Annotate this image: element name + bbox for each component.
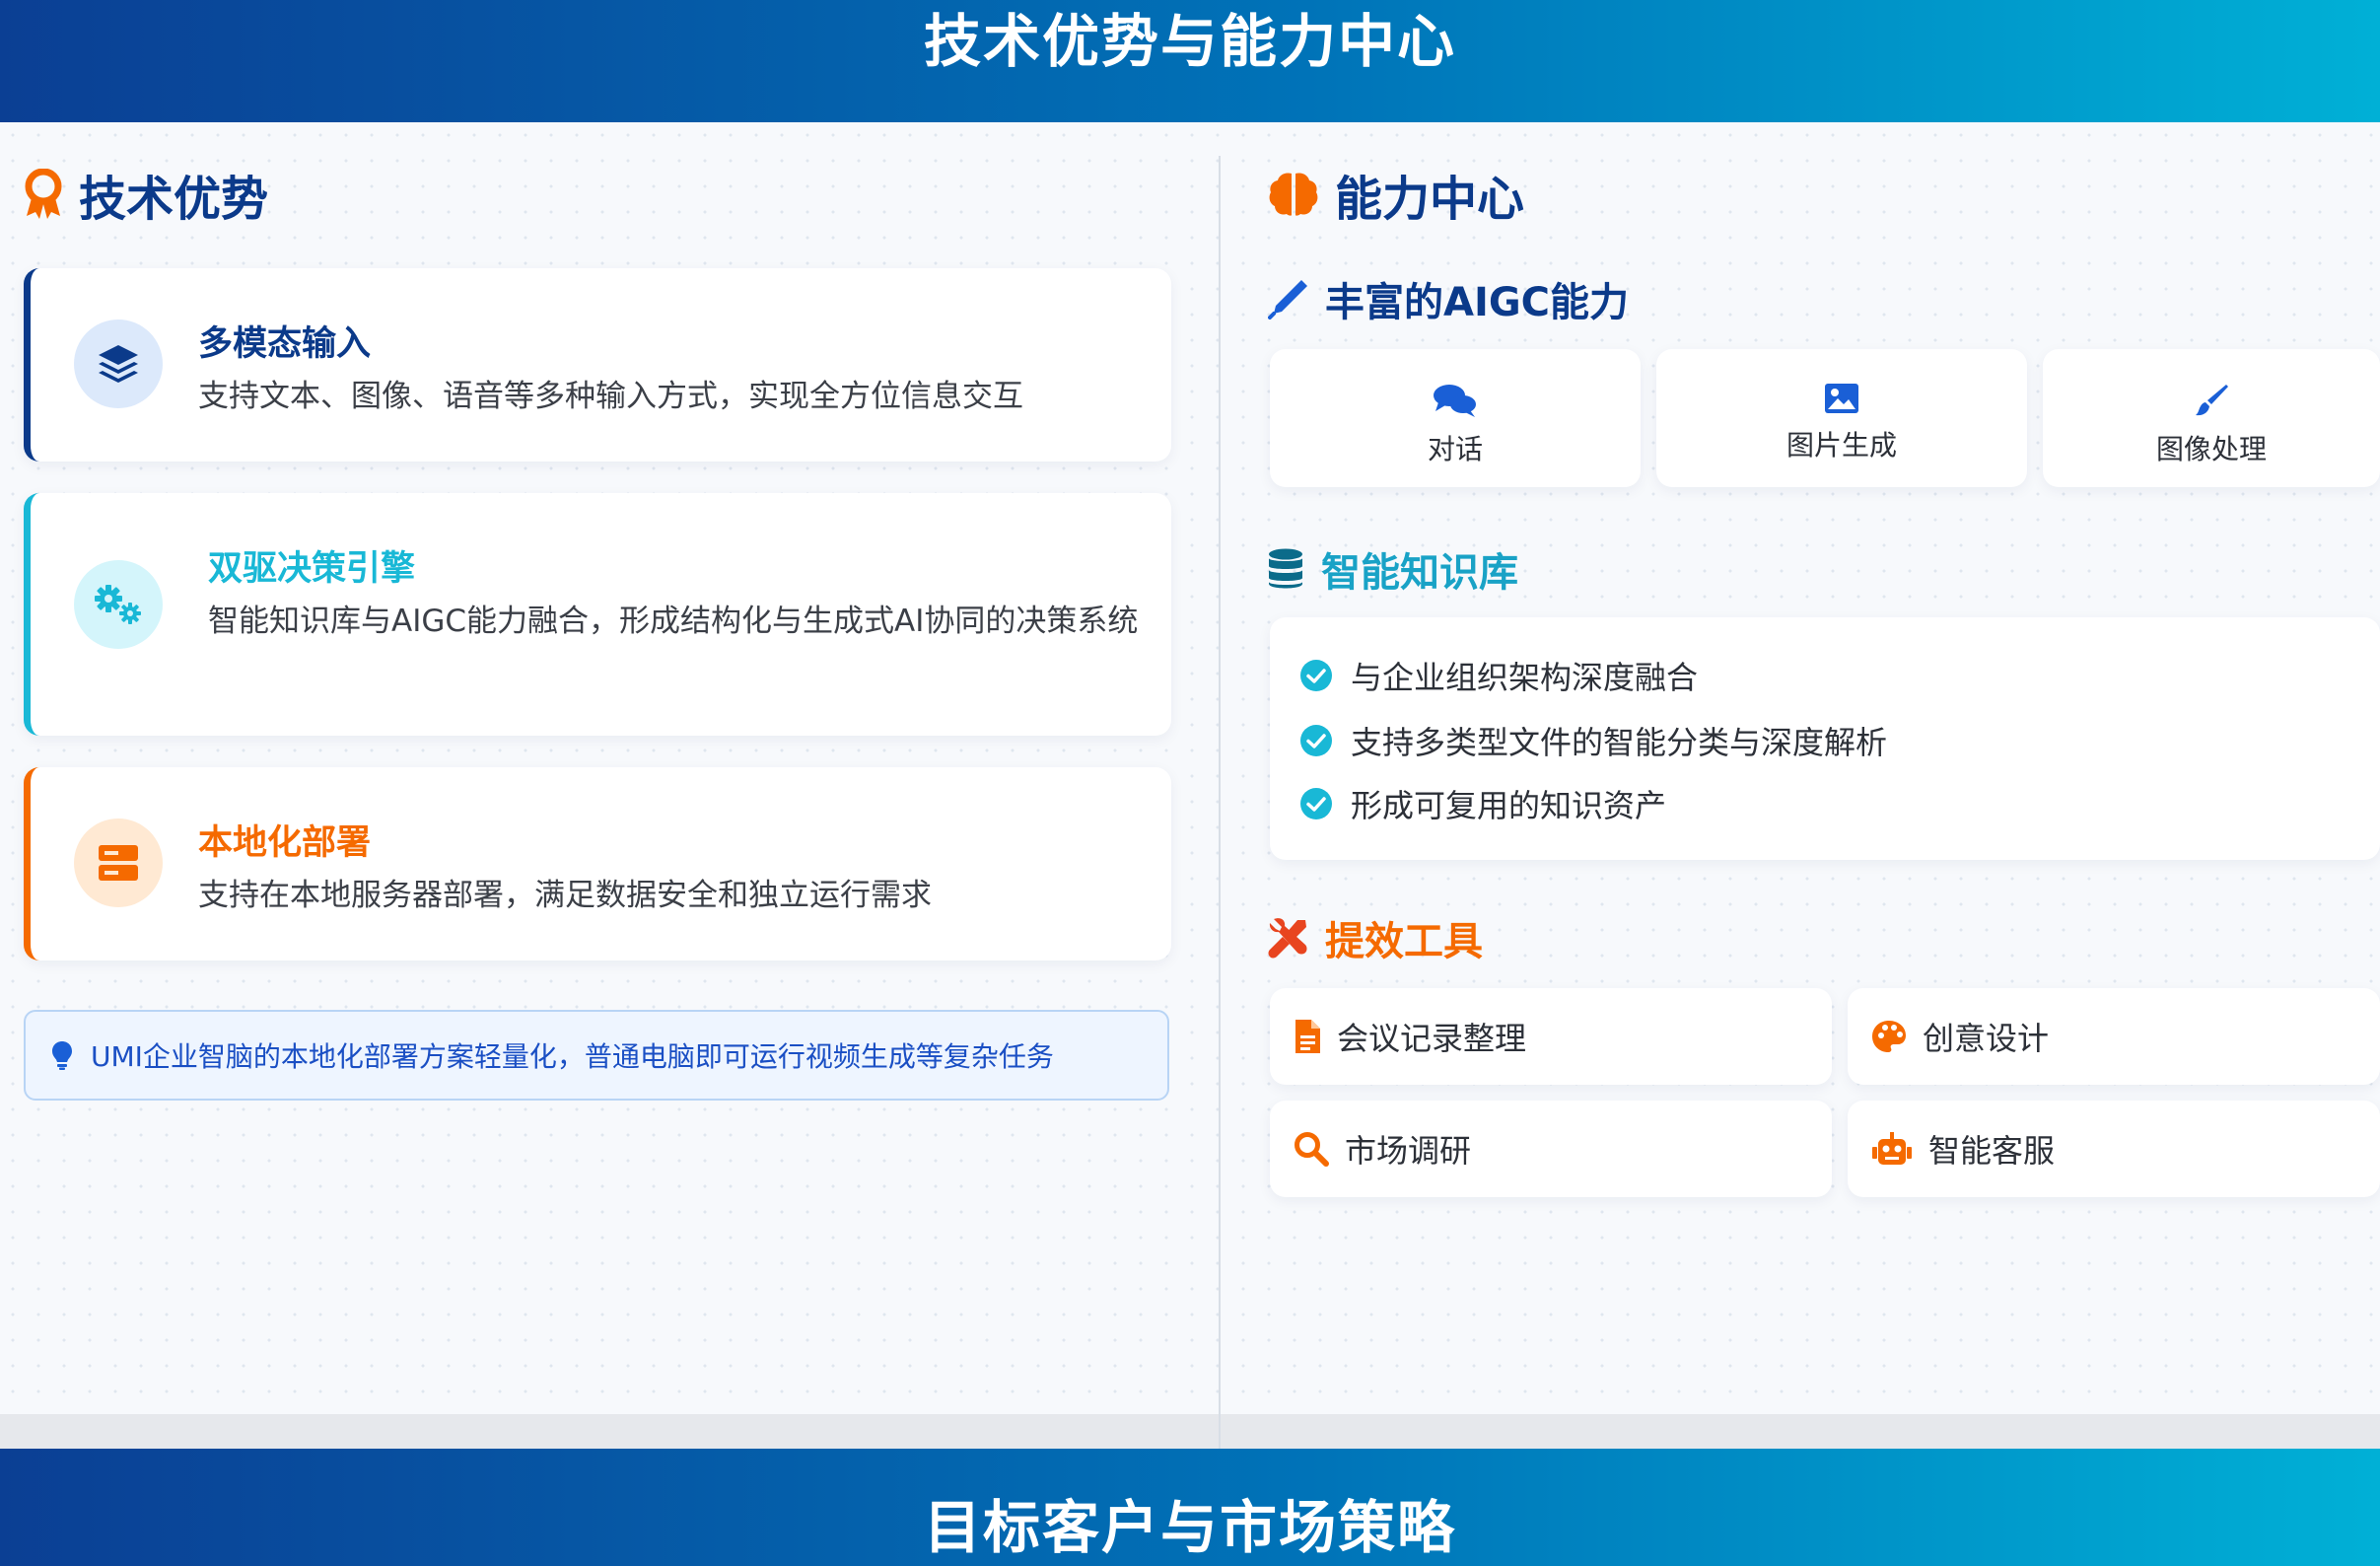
server-icon [99, 845, 138, 881]
next-section-header-bar: 目标客户与市场策略 [0, 1449, 2380, 1566]
tool-item-market-research[interactable]: 市场调研 [1270, 1101, 1832, 1197]
info-tip: UMI企业智脑的本地化部署方案轻量化，普通电脑即可运行视频生成等复杂任务 [24, 1010, 1169, 1101]
column-divider [1219, 156, 1221, 1454]
image-icon [1825, 384, 1858, 413]
aigc-item-label: 图片生成 [1785, 429, 1897, 462]
capability-center-title: 能力中心 [1335, 172, 1525, 227]
feature-desc: 支持文本、图像、语音等多种输入方式，实现全方位信息交互 [198, 379, 1023, 414]
aigc-item-image-gen[interactable]: 图片生成 [1656, 349, 2027, 487]
list-item: 支持多类型文件的智能分类与深度解析 [1299, 718, 1887, 763]
pen-icon [1268, 280, 1307, 320]
aigc-item-chat[interactable]: 对话 [1270, 349, 1641, 487]
capability-center-heading: 能力中心 [1268, 160, 1524, 229]
kb-item-label: 与企业组织架构深度融合 [1351, 659, 1699, 696]
feature-desc: 智能知识库与AIGC能力融合，形成结构化与生成式AI协同的决策系统 [208, 604, 1139, 639]
aigc-item-label: 图像处理 [2155, 433, 2267, 465]
aigc-item-image-process[interactable]: 图像处理 [2043, 349, 2380, 487]
aigc-heading: 丰富的AIGC能力 [1268, 270, 1629, 327]
aigc-item-label: 对话 [1427, 433, 1483, 465]
award-icon [25, 169, 62, 219]
layers-icon [99, 345, 138, 383]
tool-item-smart-service[interactable]: 智能客服 [1848, 1101, 2380, 1197]
tool-label: 市场调研 [1345, 1132, 1472, 1170]
tools-heading: 提效工具 [1268, 909, 1483, 966]
check-circle-icon [1300, 660, 1332, 691]
feature-card-multimodal: 多模态输入 支持文本、图像、语音等多种输入方式，实现全方位信息交互 [24, 268, 1171, 462]
feature-card-dual-engine: 双驱决策引擎 智能知识库与AIGC能力融合，形成结构化与生成式AI协同的决策系统 [24, 493, 1171, 736]
feature-title: 双驱决策引擎 [208, 549, 416, 589]
kb-heading: 智能知识库 [1268, 540, 1518, 598]
tools-icon [1268, 918, 1307, 959]
feature-title: 本地化部署 [198, 823, 372, 863]
database-icon [1269, 548, 1302, 589]
paintbrush-icon [2196, 385, 2228, 416]
search-icon [1295, 1132, 1329, 1167]
feature-card-local-deploy: 本地化部署 支持在本地服务器部署，满足数据安全和独立运行需求 [24, 767, 1171, 961]
feature-icon-circle [74, 320, 163, 408]
tech-advantage-title: 技术优势 [79, 172, 269, 227]
check-circle-icon [1300, 788, 1332, 819]
tool-label: 创意设计 [1923, 1020, 2050, 1057]
feature-title: 多模态输入 [198, 324, 372, 364]
robot-icon [1872, 1132, 1912, 1165]
tech-advantage-heading: 技术优势 [24, 160, 268, 229]
kb-item-label: 形成可复用的知识资产 [1351, 787, 1667, 824]
slide-content: 技术优势 多模态输入 支持文本、图像、语音等多种输入方式，实现全方位信息交互 双… [0, 122, 2380, 1454]
kb-item-label: 支持多类型文件的智能分类与深度解析 [1351, 724, 1888, 761]
page-title: 技术优势与能力中心 [923, 8, 1456, 75]
list-item: 与企业组织架构深度融合 [1299, 653, 1698, 698]
feature-icon-circle [74, 819, 163, 907]
aigc-title: 丰富的AIGC能力 [1325, 280, 1630, 325]
feature-desc: 支持在本地服务器部署，满足数据安全和独立运行需求 [198, 878, 932, 913]
tip-text: UMI企业智脑的本地化部署方案轻量化，普通电脑即可运行视频生成等复杂任务 [91, 1040, 1054, 1073]
feature-icon-circle [74, 560, 163, 649]
kb-title: 智能知识库 [1321, 550, 1518, 596]
palette-icon [1872, 1021, 1906, 1052]
lightbulb-icon [52, 1041, 72, 1070]
file-icon [1295, 1020, 1320, 1053]
brain-icon [1269, 173, 1318, 216]
kb-card: 与企业组织架构深度融合 支持多类型文件的智能分类与深度解析 形成可复用的知识资产 [1270, 617, 2380, 860]
next-section-title: 目标客户与市场策略 [923, 1494, 1456, 1561]
tool-item-meeting-notes[interactable]: 会议记录整理 [1270, 988, 1832, 1085]
check-circle-icon [1300, 725, 1332, 756]
tool-item-creative-design[interactable]: 创意设计 [1848, 988, 2380, 1085]
top-header-bar: 技术优势与能力中心 [0, 0, 2380, 122]
comments-icon [1434, 385, 1476, 417]
tool-label: 智能客服 [1928, 1132, 2056, 1170]
tool-label: 会议记录整理 [1337, 1020, 1527, 1057]
gears-icon [95, 585, 141, 624]
list-item: 形成可复用的知识资产 [1299, 781, 1666, 826]
tools-title: 提效工具 [1325, 919, 1483, 964]
